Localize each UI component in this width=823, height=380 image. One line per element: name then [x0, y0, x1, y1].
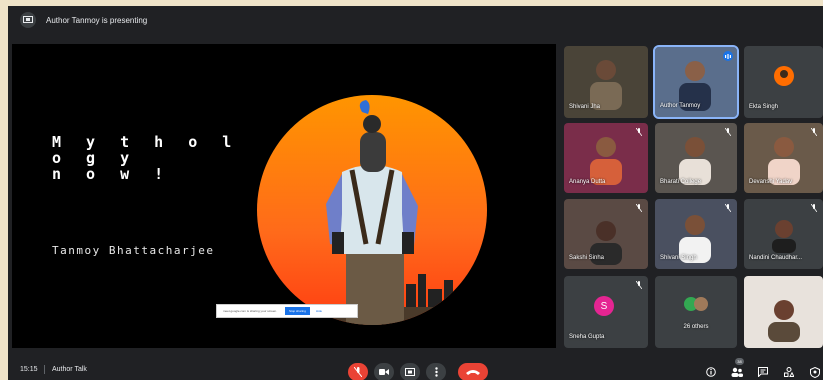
participant-tile[interactable]: Ekta Singh [744, 46, 823, 118]
presenting-text: Author Tanmoy is presenting [46, 15, 148, 25]
participant-tile[interactable] [744, 276, 823, 348]
participant-tile[interactable]: Nandini Chaudhar... [744, 199, 823, 269]
participant-video [772, 220, 796, 253]
participant-tile[interactable]: Ananya Dutta [564, 123, 648, 193]
participant-video [768, 300, 800, 342]
slide-title: M y t h o l o g y n o w ! [52, 133, 240, 183]
meeting-details-button[interactable] [704, 365, 718, 379]
activities-button[interactable] [782, 365, 796, 379]
shapes-icon [784, 367, 794, 377]
participant-name: Ananya Dutta [569, 179, 606, 185]
participant-name: Shivani Jha [569, 104, 601, 110]
meet-window: Author Tanmoy is presenting M y t h o l … [8, 6, 823, 380]
meeting-time: 15:15 [20, 366, 38, 373]
people-button[interactable] [730, 365, 744, 379]
more-options-button[interactable] [426, 363, 446, 380]
chat-icon [758, 367, 768, 377]
screen-share-banner: meet.google.com is sharing your screen. … [216, 304, 358, 318]
control-bar: 15:15 Author Talk [8, 356, 823, 380]
participant-avatar [774, 66, 794, 86]
mic-off-icon [723, 127, 733, 137]
participant-tile[interactable]: S Sneha Gupta [564, 276, 648, 348]
hide-button[interactable]: Hide [316, 309, 322, 313]
participant-video [590, 137, 622, 185]
present-button[interactable] [400, 363, 420, 380]
others-avatars [684, 297, 708, 311]
people-icon [731, 367, 743, 377]
present-screen-icon [405, 368, 415, 376]
camera-icon [379, 369, 389, 375]
participant-name: Nandini Chaudhar... [749, 255, 803, 261]
divider [44, 365, 45, 374]
more-vert-icon [434, 367, 438, 377]
info-icon [706, 367, 716, 377]
participant-name: Sneha Gupta [569, 334, 605, 340]
meeting-title: Author Talk [52, 366, 87, 373]
mic-off-icon [723, 203, 733, 213]
participant-tile[interactable]: Bharati College [655, 123, 737, 193]
participant-name: Shivani Singh [660, 255, 697, 261]
mic-off-icon [809, 203, 819, 213]
presentation-slide: M y t h o l o g y n o w ! Tanmoy Bhattac… [12, 44, 556, 348]
participant-name: Author Tanmoy [660, 103, 701, 109]
participant-tile[interactable]: Shivani Jha [564, 46, 648, 118]
mic-off-button[interactable] [348, 363, 368, 380]
participant-name: Sakshi Sinha [569, 255, 605, 261]
participant-video [768, 137, 800, 185]
mythology-illustration [257, 95, 487, 325]
stop-sharing-button[interactable]: Stop sharing [285, 307, 310, 315]
participant-tile-active-speaker[interactable]: Author Tanmoy [653, 45, 739, 119]
participant-tile[interactable]: Devanshi Yadav [744, 123, 823, 193]
end-call-icon [466, 370, 480, 375]
presenting-bar: Author Tanmoy is presenting [8, 6, 823, 34]
mic-off-icon [634, 280, 644, 290]
slide-author: Tanmoy Bhattacharjee [52, 244, 215, 257]
camera-button[interactable] [374, 363, 394, 380]
participant-tile[interactable]: Sakshi Sinha [564, 199, 648, 269]
mic-off-icon [354, 367, 362, 377]
speaking-indicator-icon [723, 51, 733, 61]
lock-person-icon [810, 366, 820, 378]
mic-off-icon [634, 203, 644, 213]
participant-avatar: S [594, 296, 614, 316]
share-message: meet.google.com is sharing your screen. [223, 309, 278, 313]
host-controls-button[interactable] [808, 365, 822, 379]
participant-video [590, 60, 622, 110]
chat-button[interactable] [756, 365, 770, 379]
participant-name: Devanshi Yadav [749, 179, 793, 185]
others-count: 26 others [683, 324, 709, 330]
participant-tile[interactable]: Shivani Singh [655, 199, 737, 269]
mic-off-icon [634, 127, 644, 137]
participant-video [679, 137, 711, 185]
participant-name: Bharati College [660, 179, 702, 185]
end-call-button[interactable] [458, 363, 488, 380]
participant-name: Ekta Singh [749, 104, 779, 110]
people-count-badge: 38 [735, 358, 744, 365]
present-icon [20, 12, 36, 28]
others-tile[interactable]: 26 others [655, 276, 737, 348]
mic-off-icon [809, 127, 819, 137]
